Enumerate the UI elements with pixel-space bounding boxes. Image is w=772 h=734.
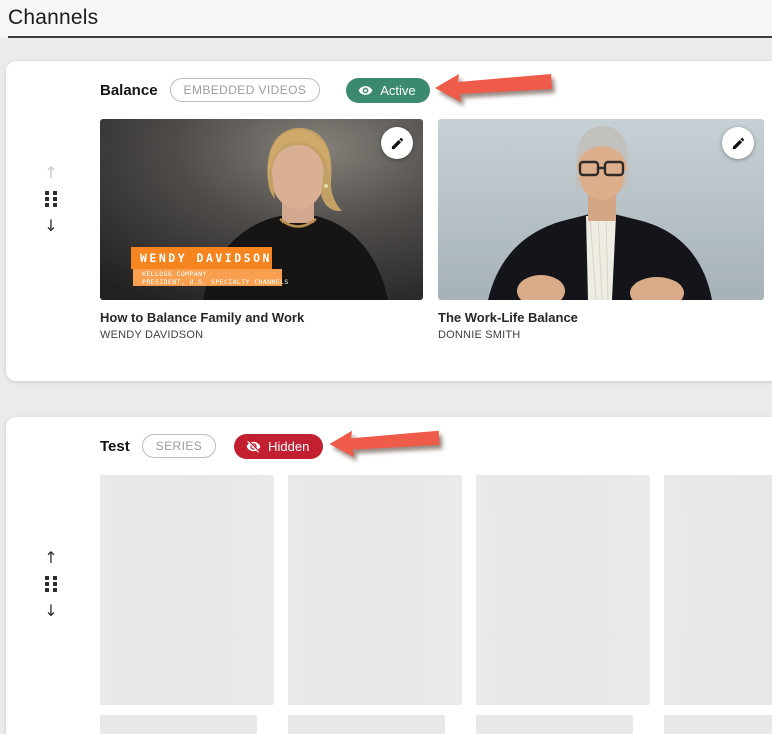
- video-thumbnail[interactable]: [438, 119, 764, 300]
- lower-third-subtitle: KELLOGG COMPANY PRESIDENT, U.S. SPECIALT…: [133, 269, 289, 286]
- video-author: DONNIE SMITH: [438, 329, 521, 341]
- video-author: WENDY DAVIDSON: [100, 329, 204, 341]
- status-label: Active: [380, 82, 416, 98]
- channel-header-row: Test SERIES Hidden: [100, 430, 772, 459]
- video-caption: The Work-Life Balance DONNIE SMITH: [438, 310, 764, 341]
- channel-name: Test: [100, 437, 130, 455]
- series-placeholder-tile[interactable]: [476, 475, 650, 705]
- series-tile-row-2: [100, 715, 772, 734]
- reorder-rail: ↑ ↓: [40, 165, 62, 234]
- header-divider: [8, 36, 772, 38]
- page-header: Channels: [0, 0, 772, 38]
- reorder-rail: ↑ ↓: [40, 550, 62, 619]
- eye-icon: [358, 83, 373, 98]
- lower-third-org: KELLOGG COMPANY: [142, 270, 207, 278]
- video-title: How to Balance Family and Work: [100, 310, 305, 325]
- caption-row: How to Balance Family and Work WENDY DAV…: [100, 310, 772, 341]
- series-placeholder-tile[interactable]: [664, 715, 772, 734]
- move-up-button[interactable]: ↑: [44, 550, 57, 566]
- lower-third-role: PRESIDENT, U.S. SPECIALTY CHANNELS: [142, 278, 289, 286]
- eye-off-icon: [246, 439, 261, 454]
- series-placeholder-tile[interactable]: [288, 715, 445, 734]
- status-toggle-button[interactable]: Active: [346, 77, 430, 103]
- drag-handle-icon[interactable]: [45, 191, 57, 207]
- video-thumbnail-image: [438, 119, 764, 300]
- annotation-arrow-icon: [434, 74, 552, 102]
- series-placeholder-tile[interactable]: [100, 715, 257, 734]
- lower-third-name: WENDY DAVIDSON: [131, 247, 272, 269]
- move-down-button[interactable]: ↓: [44, 218, 57, 234]
- series-placeholder-tile[interactable]: [288, 475, 462, 705]
- edit-video-button[interactable]: [722, 127, 754, 159]
- video-thumbnail[interactable]: WENDY DAVIDSON KELLOGG COMPANY PRESIDENT…: [100, 119, 423, 300]
- channel-card-test: ↑ ↓ Test SERIES Hidden: [6, 417, 772, 734]
- video-caption: How to Balance Family and Work WENDY DAV…: [100, 310, 423, 341]
- video-row: WENDY DAVIDSON KELLOGG COMPANY PRESIDENT…: [100, 119, 772, 300]
- channel-header-row: Balance EMBEDDED VIDEOS Active: [100, 74, 772, 103]
- status-label: Hidden: [268, 438, 310, 454]
- page-title: Channels: [8, 6, 99, 29]
- channel-type-badge: SERIES: [141, 434, 217, 458]
- pencil-icon: [731, 136, 746, 151]
- series-placeholder-tile[interactable]: [476, 715, 633, 734]
- move-up-button[interactable]: ↑: [44, 165, 57, 181]
- channel-card-balance: ↑ ↓ Balance EMBEDDED VIDEOS Active WENDY…: [6, 61, 772, 381]
- series-placeholder-tile[interactable]: [100, 475, 274, 705]
- series-tile-row: [100, 475, 772, 705]
- video-title: The Work-Life Balance: [438, 310, 578, 325]
- edit-video-button[interactable]: [381, 127, 413, 159]
- annotation-arrow-icon: [329, 430, 440, 458]
- move-down-button[interactable]: ↓: [44, 603, 57, 619]
- pencil-icon: [390, 136, 405, 151]
- drag-handle-icon[interactable]: [45, 576, 57, 592]
- status-toggle-button[interactable]: Hidden: [234, 433, 324, 459]
- series-placeholder-tile[interactable]: [664, 475, 772, 705]
- channel-name: Balance: [100, 81, 158, 99]
- channel-type-badge: EMBEDDED VIDEOS: [169, 78, 321, 102]
